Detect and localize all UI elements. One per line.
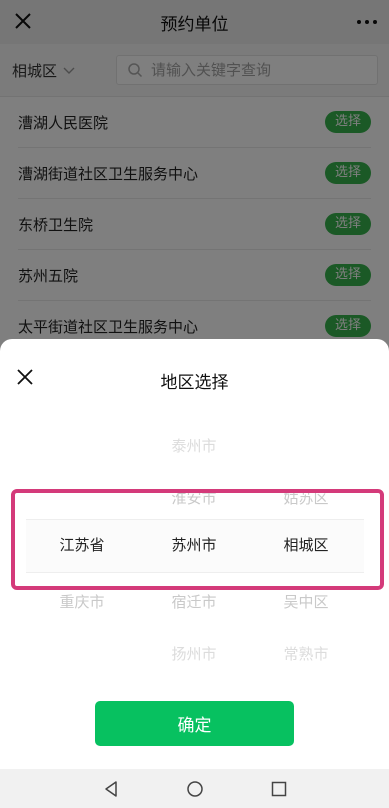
city-option[interactable]: 宿迁市: [134, 587, 254, 617]
system-navigation-bar: [0, 769, 389, 808]
confirm-button[interactable]: 确定: [95, 701, 294, 746]
sheet-title: 地区选择: [160, 373, 229, 393]
city-option[interactable]: 扬州市: [134, 639, 254, 669]
back-icon[interactable]: [102, 780, 120, 798]
recents-icon[interactable]: [270, 780, 288, 798]
province-option[interactable]: 重庆市: [22, 587, 142, 617]
home-icon[interactable]: [186, 780, 204, 798]
city-option[interactable]: 泰州市: [134, 431, 254, 461]
district-option[interactable]: 常熟市: [246, 639, 366, 669]
district-option[interactable]: 吴中区: [246, 587, 366, 617]
selection-highlight-frame: [11, 489, 384, 590]
